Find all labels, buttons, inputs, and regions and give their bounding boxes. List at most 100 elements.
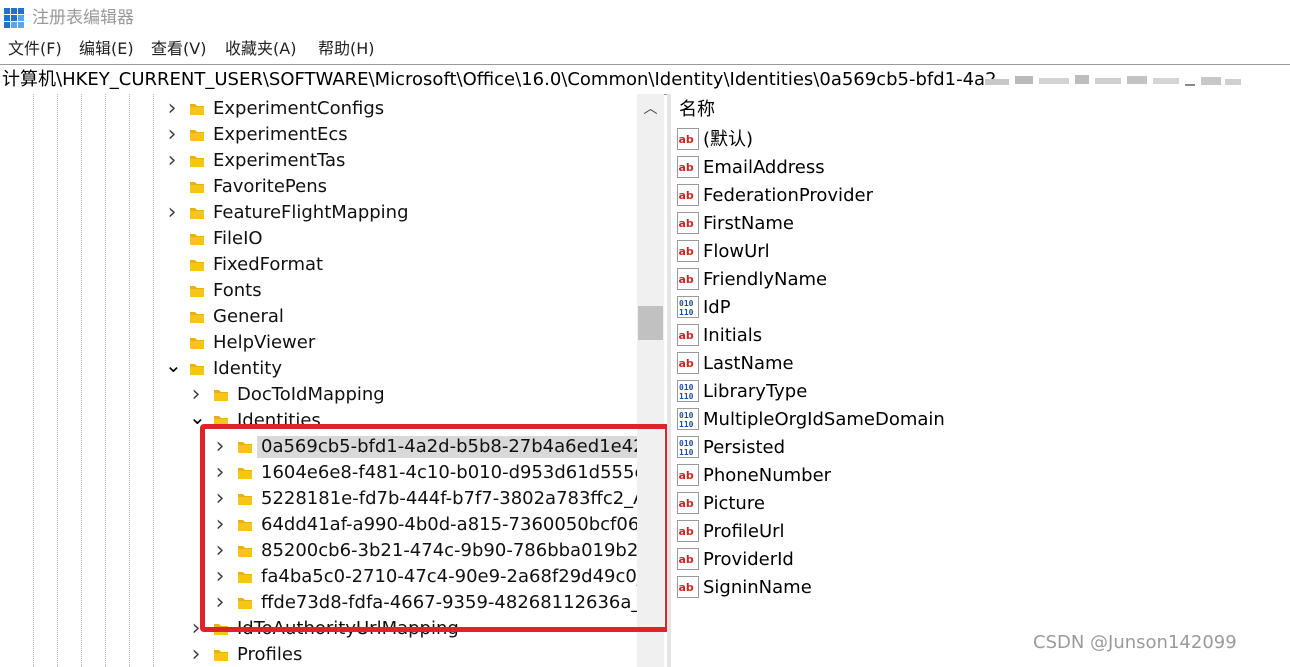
column-header-name[interactable]: 名称 xyxy=(679,99,715,121)
svg-text:ab: ab xyxy=(679,217,694,230)
registry-value-name[interactable]: PhoneNumber xyxy=(703,463,831,489)
registry-value-row[interactable]: ab LastName xyxy=(677,350,1277,378)
registry-value-row[interactable]: ab Picture xyxy=(677,490,1277,518)
tree-node[interactable]: › Profiles xyxy=(0,642,637,667)
registry-value-name[interactable]: FederationProvider xyxy=(703,183,873,209)
registry-value-name[interactable]: FirstName xyxy=(703,211,794,237)
tree-node[interactable]: › ExperimentConfigs xyxy=(0,96,637,122)
scroll-thumb[interactable] xyxy=(638,306,663,340)
chevron-down-icon[interactable]: ⌄ xyxy=(165,355,182,382)
registry-value-row[interactable]: 010 110 Persisted xyxy=(677,434,1277,462)
string-value-icon: ab xyxy=(677,548,699,570)
registry-value-row[interactable]: 010 110 MultipleOrgIdSameDomain xyxy=(677,406,1277,434)
tree-node-label[interactable]: DocToIdMapping xyxy=(237,382,385,408)
tree-node[interactable]: › ExperimentEcs xyxy=(0,122,637,148)
tree-node[interactable]: › DocToIdMapping xyxy=(0,382,637,408)
registry-value-row[interactable]: ab FederationProvider xyxy=(677,182,1277,210)
registry-value-row[interactable]: ab Initials xyxy=(677,322,1277,350)
chevron-right-icon[interactable]: › xyxy=(165,200,179,226)
registry-value-name[interactable]: FlowUrl xyxy=(703,239,770,265)
tree-node-label[interactable]: HelpViewer xyxy=(213,330,315,356)
svg-text:ab: ab xyxy=(679,161,694,174)
tree-node-label[interactable]: Profiles xyxy=(237,642,302,667)
svg-text:010: 010 xyxy=(679,411,694,420)
tree-node[interactable]: › ExperimentTas xyxy=(0,148,637,174)
folder-icon xyxy=(189,335,205,351)
registry-value-name[interactable]: EmailAddress xyxy=(703,155,825,181)
tree-node-label[interactable]: FavoritePens xyxy=(213,174,327,200)
string-value-icon: ab xyxy=(677,212,699,234)
registry-value-row[interactable]: ab ProviderId xyxy=(677,546,1277,574)
tree-leaf-connector xyxy=(165,226,179,252)
tree-node[interactable]: General xyxy=(0,304,637,330)
tree-node-label[interactable]: General xyxy=(213,304,284,330)
registry-value-name[interactable]: (默认) xyxy=(703,127,753,153)
menu-help[interactable]: 帮助(H) xyxy=(318,38,375,60)
registry-value-name[interactable]: Persisted xyxy=(703,435,785,461)
redacted-path-blur xyxy=(985,75,1241,86)
address-bar[interactable]: 计算机\HKEY_CURRENT_USER\SOFTWARE\Microsoft… xyxy=(0,64,1290,95)
values-list[interactable]: 名称 ab (默认) ab EmailAddress ab FederationProvi… xyxy=(671,94,1290,667)
tree-node[interactable]: Fonts xyxy=(0,278,637,304)
string-value-icon: ab xyxy=(677,576,699,598)
chevron-right-icon[interactable]: › xyxy=(165,96,179,122)
tree-node-label[interactable]: Identity xyxy=(213,356,282,382)
svg-text:110: 110 xyxy=(679,308,694,317)
binary-value-icon: 010 110 xyxy=(677,436,699,458)
menu-favorites[interactable]: 收藏夹(A) xyxy=(225,38,296,60)
binary-value-icon: 010 110 xyxy=(677,296,699,318)
tree-node[interactable]: ⌄ Identity xyxy=(0,355,637,382)
registry-value-name[interactable]: ProviderId xyxy=(703,547,794,573)
menu-edit[interactable]: 编辑(E) xyxy=(79,38,134,60)
menu-view[interactable]: 查看(V) xyxy=(151,38,206,60)
tree-node-label[interactable]: ExperimentEcs xyxy=(213,122,348,148)
address-path[interactable]: 计算机\HKEY_CURRENT_USER\SOFTWARE\Microsoft… xyxy=(2,69,997,91)
window-title: 注册表编辑器 xyxy=(32,8,134,28)
folder-icon xyxy=(189,283,205,299)
registry-value-name[interactable]: IdP xyxy=(703,295,731,321)
tree-node-label[interactable]: ExperimentConfigs xyxy=(213,96,384,122)
tree-leaf-connector xyxy=(165,252,179,278)
registry-value-row[interactable]: 010 110 LibraryType xyxy=(677,378,1277,406)
registry-value-name[interactable]: LastName xyxy=(703,351,794,377)
chevron-right-icon[interactable]: › xyxy=(165,148,179,174)
registry-value-name[interactable]: SigninName xyxy=(703,575,812,601)
tree-node[interactable]: FileIO xyxy=(0,226,637,252)
tree-node[interactable]: FixedFormat xyxy=(0,252,637,278)
svg-text:ab: ab xyxy=(679,329,694,342)
tree-node[interactable]: › FeatureFlightMapping xyxy=(0,200,637,226)
registry-value-row[interactable]: ab PhoneNumber xyxy=(677,462,1277,490)
registry-value-name[interactable]: LibraryType xyxy=(703,379,807,405)
registry-value-row[interactable]: ab FirstName xyxy=(677,210,1277,238)
registry-value-row[interactable]: ab FlowUrl xyxy=(677,238,1277,266)
tree-node-label[interactable]: FileIO xyxy=(213,226,263,252)
registry-value-name[interactable]: Picture xyxy=(703,491,765,517)
svg-text:ab: ab xyxy=(679,273,694,286)
registry-value-row[interactable]: ab EmailAddress xyxy=(677,154,1277,182)
registry-value-name[interactable]: MultipleOrgIdSameDomain xyxy=(703,407,945,433)
registry-value-name[interactable]: FriendlyName xyxy=(703,267,827,293)
tree-node-label[interactable]: Fonts xyxy=(213,278,262,304)
registry-value-name[interactable]: ProfileUrl xyxy=(703,519,785,545)
chevron-right-icon[interactable]: › xyxy=(189,642,203,667)
tree-leaf-connector xyxy=(165,174,179,200)
tree-node-label[interactable]: ExperimentTas xyxy=(213,148,345,174)
registry-value-row[interactable]: ab ProfileUrl xyxy=(677,518,1277,546)
registry-value-row[interactable]: 010 110 IdP xyxy=(677,294,1277,322)
svg-text:010: 010 xyxy=(679,383,694,392)
registry-value-row[interactable]: ab SigninName xyxy=(677,574,1277,602)
svg-text:ab: ab xyxy=(679,357,694,370)
tree-node-label[interactable]: FeatureFlightMapping xyxy=(213,200,409,226)
svg-text:ab: ab xyxy=(679,469,694,482)
scroll-up-arrow-icon[interactable]: ︿ xyxy=(637,96,664,122)
tree-node-label[interactable]: FixedFormat xyxy=(213,252,323,278)
registry-value-row[interactable]: ab (默认) xyxy=(677,126,1277,154)
svg-text:110: 110 xyxy=(679,448,694,457)
chevron-right-icon[interactable]: › xyxy=(165,122,179,148)
menu-file[interactable]: 文件(F) xyxy=(8,38,62,60)
registry-value-row[interactable]: ab FriendlyName xyxy=(677,266,1277,294)
tree-node[interactable]: HelpViewer xyxy=(0,330,637,356)
folder-icon xyxy=(189,153,205,169)
registry-value-name[interactable]: Initials xyxy=(703,323,762,349)
tree-node[interactable]: FavoritePens xyxy=(0,174,637,200)
